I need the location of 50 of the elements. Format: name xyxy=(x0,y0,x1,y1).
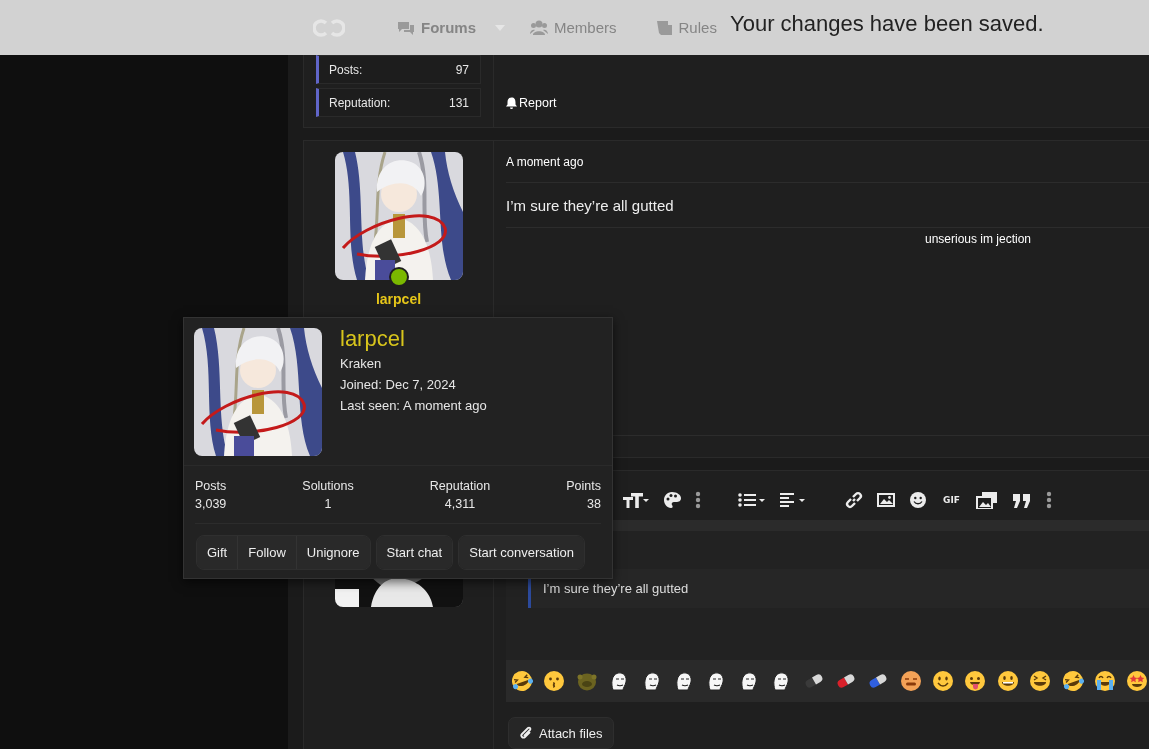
list-icon[interactable] xyxy=(738,490,766,509)
align-icon[interactable] xyxy=(780,490,808,509)
emoji-icon[interactable] xyxy=(511,670,533,692)
stat-label: Posts xyxy=(195,478,227,495)
stat-value: 38 xyxy=(586,496,601,513)
users-icon xyxy=(530,19,548,36)
user-title: Kraken xyxy=(340,355,383,373)
last-seen: Last seen: A moment ago xyxy=(340,397,487,415)
stat-value: 4,311 xyxy=(443,496,477,513)
emoji-icon[interactable] xyxy=(899,670,922,692)
gif-button[interactable]: GIF xyxy=(941,494,962,505)
media-icon[interactable] xyxy=(975,490,998,509)
stat-label: Posts: xyxy=(329,62,363,77)
stat-value: 131 xyxy=(448,95,469,110)
stat-value: 1 xyxy=(323,496,333,513)
image-icon[interactable] xyxy=(877,490,895,509)
notice-message: Your changes have been saved. xyxy=(730,11,1044,37)
emoji-icon[interactable] xyxy=(1061,670,1084,692)
text-size-icon[interactable] xyxy=(623,490,649,509)
stat-label: Solutions xyxy=(302,478,354,495)
paperclip-icon xyxy=(519,725,533,741)
signature-text: unserious im jection xyxy=(924,232,1032,246)
chat-bubbles-icon xyxy=(397,19,415,36)
emoji-icon[interactable] xyxy=(1126,670,1149,692)
post-time[interactable]: A moment ago xyxy=(506,155,584,169)
emoji-icon[interactable] xyxy=(932,670,955,692)
joined-date: Joined: Dec 7, 2024 xyxy=(340,376,457,394)
username-link[interactable]: larpcel xyxy=(340,328,487,350)
post-message: I’m sure they’re all gutted xyxy=(506,197,675,214)
stat-label: Points xyxy=(566,478,601,495)
palette-icon[interactable] xyxy=(663,490,681,509)
quote-text: I’m sure they’re all gutted xyxy=(543,581,689,596)
attach-files-button[interactable]: Attach files xyxy=(508,717,614,749)
emoji-icon[interactable] xyxy=(543,670,566,692)
stat-label: Reputation: xyxy=(329,95,391,110)
emoji-icon[interactable] xyxy=(1029,670,1052,692)
stat-value: 3,039 xyxy=(195,496,227,513)
smiley-icon[interactable] xyxy=(909,490,927,509)
emoji-icon[interactable] xyxy=(996,670,1019,692)
bell-icon xyxy=(506,97,517,109)
more-icon[interactable] xyxy=(695,490,701,509)
stat-value: 97 xyxy=(455,62,469,77)
link-icon[interactable] xyxy=(845,490,863,509)
stat-label: Reputation xyxy=(429,478,491,495)
report-link[interactable]: Report xyxy=(506,96,1149,110)
username-link[interactable]: larpcel xyxy=(375,291,422,307)
more-icon[interactable] xyxy=(1045,490,1052,509)
emoji-icon[interactable] xyxy=(1094,670,1117,692)
emoji-icon[interactable] xyxy=(964,670,987,692)
scroll-icon xyxy=(654,19,673,36)
